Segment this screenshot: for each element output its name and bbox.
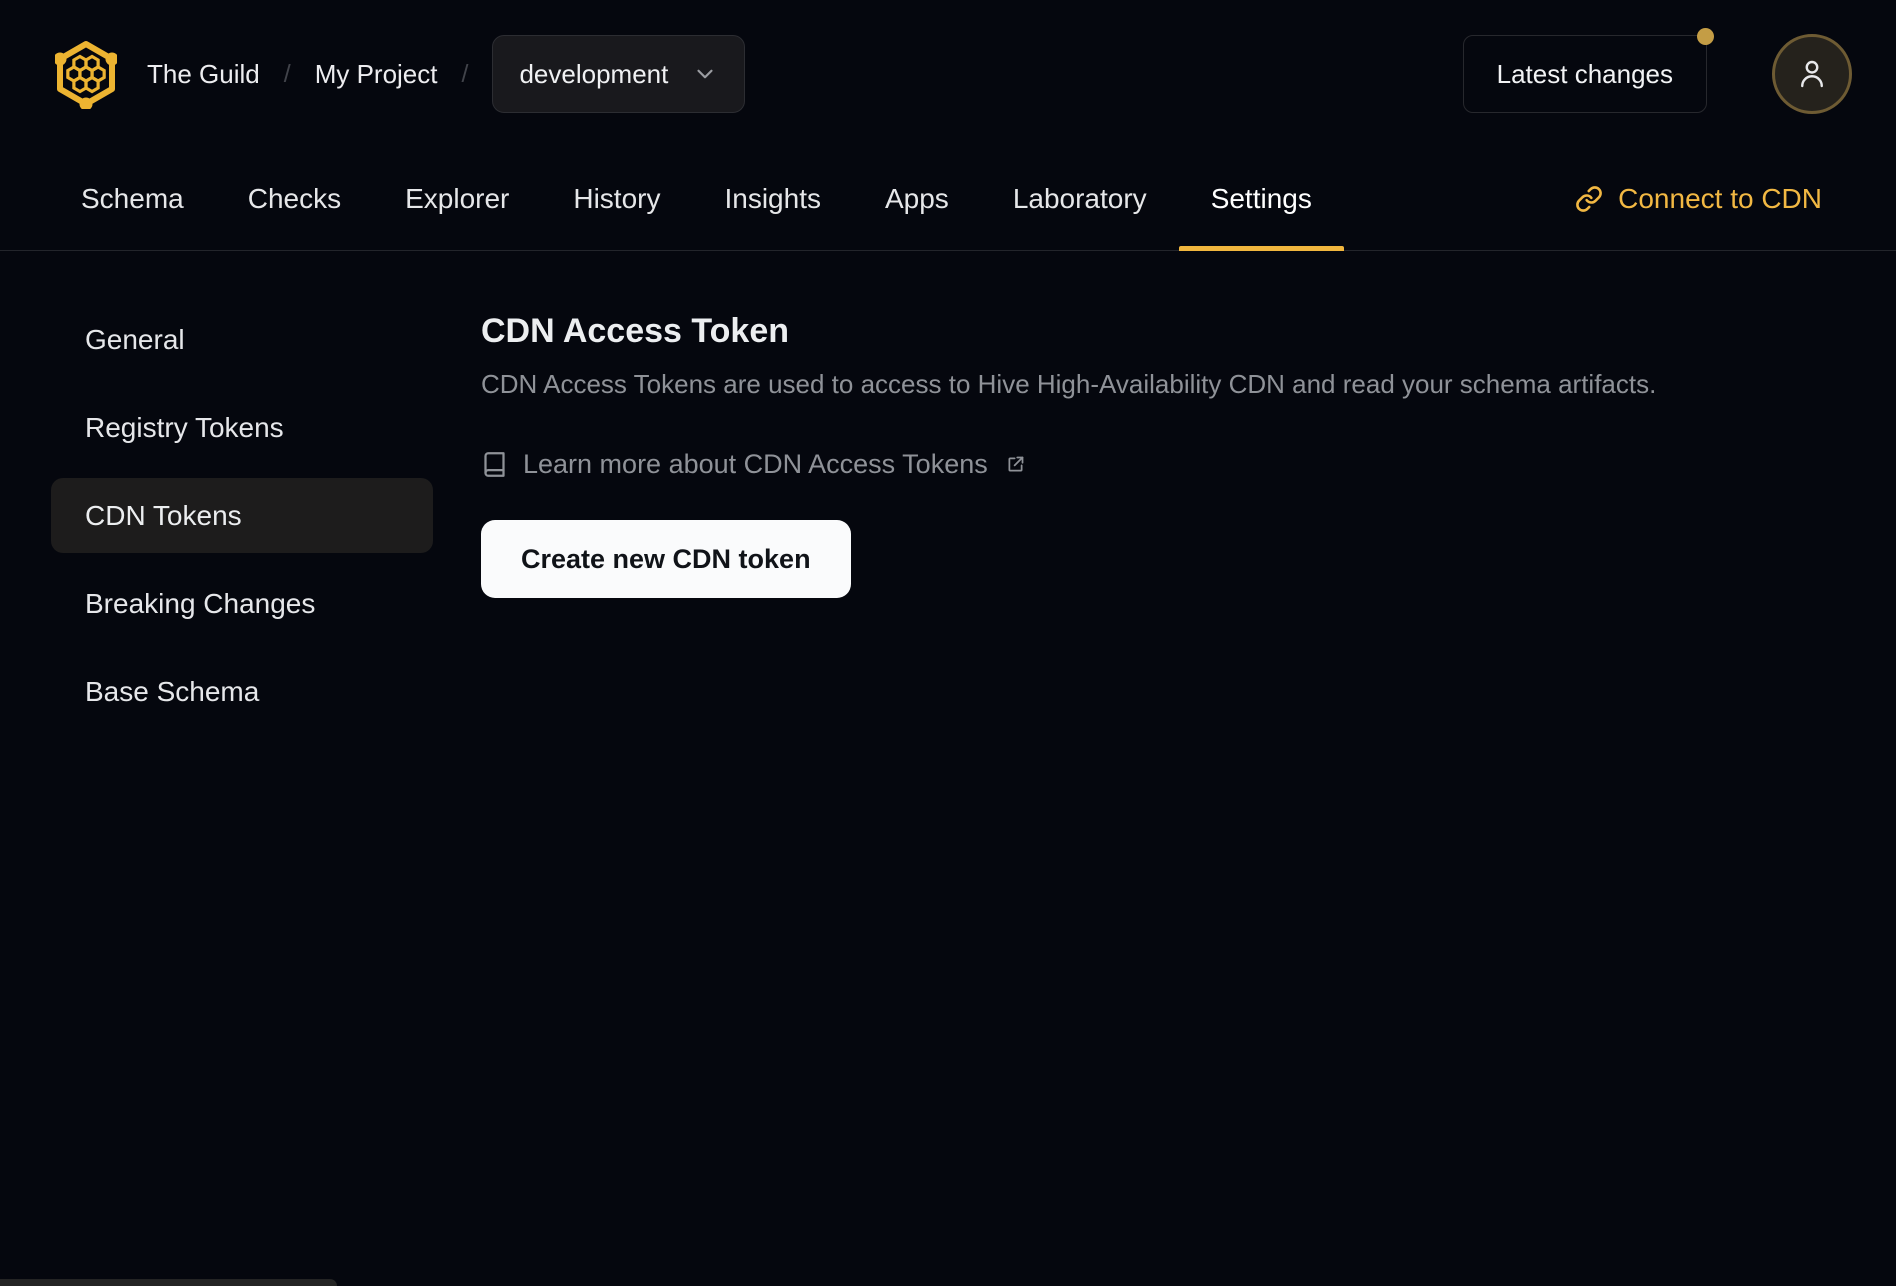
app-header: The Guild / My Project / development Lat… — [0, 0, 1896, 148]
book-icon — [484, 452, 505, 477]
connect-to-cdn-label: Connect to CDN — [1618, 183, 1822, 214]
tab-apps[interactable]: Apps — [853, 148, 981, 250]
tab-schema[interactable]: Schema — [49, 148, 216, 250]
project-nav-tabs: Schema Checks Explorer History Insights … — [0, 148, 1896, 251]
learn-more-label: Learn more about CDN Access Tokens — [523, 449, 988, 479]
settings-sidebar: General Registry Tokens CDN Tokens Break… — [0, 251, 433, 742]
user-icon — [1801, 60, 1823, 88]
tab-checks[interactable]: Checks — [216, 148, 373, 250]
breadcrumb-org-link[interactable]: The Guild — [147, 59, 260, 90]
connect-to-cdn-link[interactable]: Connect to CDN — [1575, 148, 1822, 250]
link-icon — [1576, 186, 1602, 212]
latest-changes-label: Latest changes — [1496, 58, 1673, 89]
tab-explorer[interactable]: Explorer — [373, 148, 541, 250]
latest-changes-button[interactable]: Latest changes — [1462, 28, 1714, 113]
tab-laboratory[interactable]: Laboratory — [981, 148, 1179, 250]
sidebar-item-registry-tokens[interactable]: Registry Tokens — [51, 390, 433, 465]
chevron-down-icon — [697, 69, 713, 79]
create-cdn-token-button[interactable]: Create new CDN token — [481, 520, 851, 598]
sidebar-item-breaking-changes[interactable]: Breaking Changes — [51, 566, 433, 641]
external-link-icon — [1008, 456, 1024, 472]
page-title: CDN Access Token — [481, 312, 789, 350]
sidebar-item-cdn-tokens[interactable]: CDN Tokens — [51, 478, 433, 553]
tab-insights[interactable]: Insights — [692, 148, 853, 250]
tab-settings[interactable]: Settings — [1178, 148, 1345, 251]
target-selector-value: development — [519, 58, 669, 89]
notification-dot — [1697, 28, 1714, 45]
hive-logo-icon[interactable] — [55, 39, 117, 109]
page-description: CDN Access Tokens are used to access to … — [481, 369, 1657, 399]
toast-peek — [0, 1279, 337, 1286]
breadcrumb-project-link[interactable]: My Project — [315, 59, 438, 90]
target-selector-dropdown[interactable]: development — [492, 35, 746, 113]
cdn-tokens-panel: CDN Access Token CDN Access Tokens are u… — [433, 251, 1896, 598]
tab-history[interactable]: History — [541, 148, 692, 250]
settings-content: General Registry Tokens CDN Tokens Break… — [0, 251, 1896, 742]
breadcrumb-separator: / — [283, 59, 291, 88]
sidebar-item-general[interactable]: General — [51, 302, 433, 377]
learn-more-link[interactable]: Learn more about CDN Access Tokens — [481, 449, 1026, 480]
sidebar-item-base-schema[interactable]: Base Schema — [51, 654, 433, 729]
breadcrumb-separator: / — [461, 59, 469, 88]
breadcrumb: The Guild / My Project / development — [147, 35, 746, 113]
user-avatar-button[interactable] — [1772, 34, 1852, 114]
